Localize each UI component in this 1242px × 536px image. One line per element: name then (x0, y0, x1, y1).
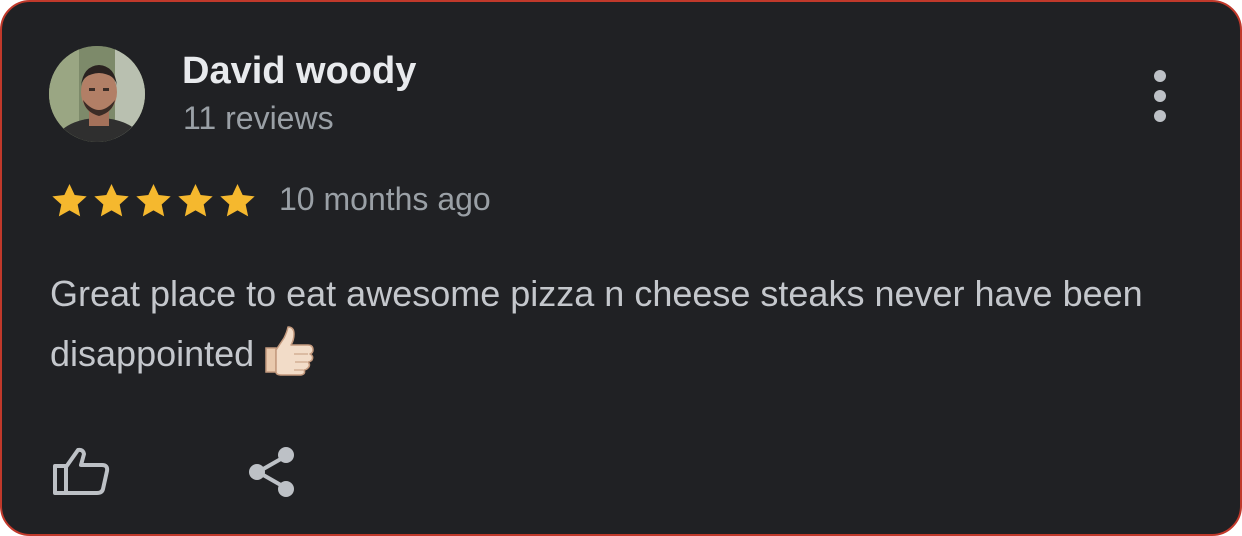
share-button[interactable] (244, 444, 300, 500)
review-text: Great place to eat awesome pizza n chees… (50, 264, 1170, 384)
star-icon (220, 184, 255, 217)
star-icon (52, 184, 87, 217)
review-text-content: Great place to eat awesome pizza n chees… (50, 273, 1143, 374)
author-name[interactable]: David woody (182, 50, 416, 93)
star-icon (94, 184, 129, 217)
star-icon (136, 184, 171, 217)
share-icon (249, 447, 294, 497)
review-card: David woody 11 reviews 10 months ago Gre… (0, 0, 1242, 536)
thumb-up-outline-icon (53, 447, 110, 495)
review-count: 11 reviews (183, 100, 334, 136)
review-time: 10 months ago (279, 181, 491, 217)
avatar[interactable] (49, 46, 145, 142)
avatar-photo (49, 46, 145, 142)
star-icon (178, 184, 213, 217)
like-button[interactable] (52, 446, 112, 496)
star-rating (49, 181, 258, 221)
thumbs-up-emoji (265, 326, 314, 376)
more-options-button[interactable] (1136, 64, 1184, 128)
